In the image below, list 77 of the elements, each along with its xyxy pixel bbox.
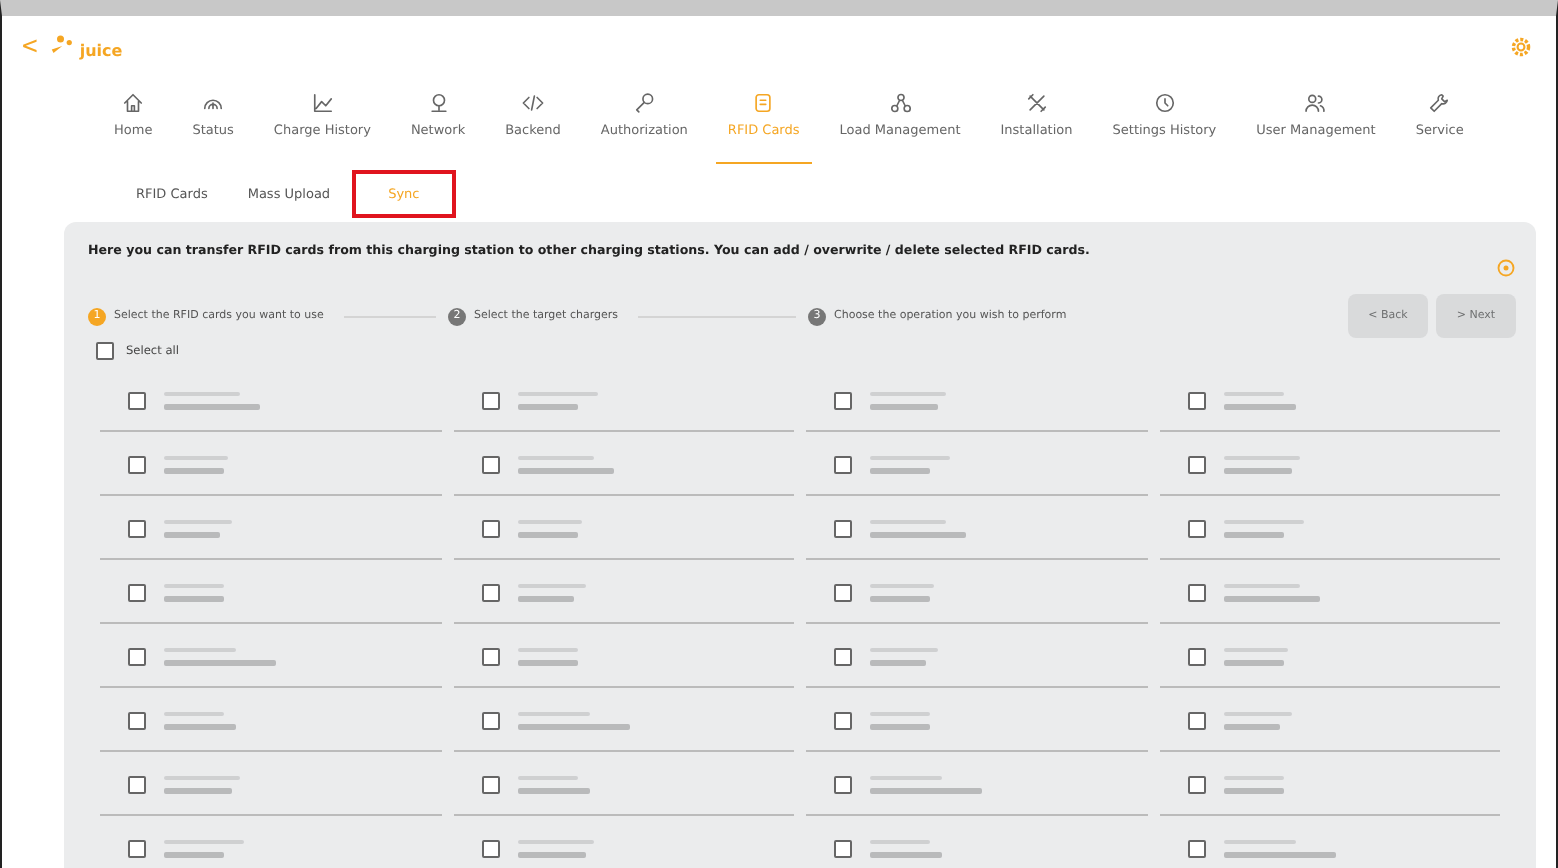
- checkbox[interactable]: [128, 583, 146, 601]
- network-icon: [889, 92, 911, 114]
- checkbox[interactable]: [481, 519, 499, 537]
- checkbox[interactable]: [1187, 647, 1205, 665]
- checkbox[interactable]: [128, 711, 146, 729]
- checkbox[interactable]: [834, 583, 852, 601]
- blurred-text: [870, 851, 942, 857]
- checkbox[interactable]: [834, 519, 852, 537]
- checkbox[interactable]: [1187, 775, 1205, 793]
- blurred-text: [1223, 659, 1283, 665]
- blurred-text: [1223, 723, 1279, 729]
- checkbox[interactable]: [834, 391, 852, 409]
- checkbox[interactable]: [128, 455, 146, 473]
- blurred-text: [870, 403, 938, 409]
- checkbox[interactable]: [481, 839, 499, 857]
- checkbox[interactable]: [1187, 519, 1205, 537]
- blurred-text: [517, 787, 589, 793]
- checkbox[interactable]: [481, 583, 499, 601]
- checkbox[interactable]: [481, 711, 499, 729]
- blurred-text: [1223, 403, 1295, 409]
- blurred-text: [870, 787, 982, 793]
- checkbox[interactable]: [834, 775, 852, 793]
- blurred-text: [870, 659, 926, 665]
- home-icon: [122, 92, 145, 114]
- checkbox[interactable]: [128, 519, 146, 537]
- blurred-text: [164, 851, 224, 857]
- checkbox[interactable]: [128, 839, 146, 857]
- blurred-text: [870, 595, 930, 601]
- checkbox[interactable]: [834, 839, 852, 857]
- chart-icon: [311, 92, 334, 114]
- checkbox[interactable]: [1187, 583, 1205, 601]
- blurred-text: [517, 595, 573, 601]
- blurred-text: [1223, 851, 1335, 857]
- blurred-text: [164, 787, 232, 793]
- blurred-text: [870, 531, 966, 537]
- checkbox[interactable]: [1187, 391, 1205, 409]
- blurred-text: [870, 723, 930, 729]
- globe-pin-icon: [427, 92, 449, 114]
- blurred-text: [1223, 467, 1291, 473]
- blurred-text: [164, 531, 220, 537]
- checkbox[interactable]: [834, 647, 852, 665]
- blurred-text: [517, 403, 577, 409]
- checkbox[interactable]: [481, 647, 499, 665]
- checkbox[interactable]: [128, 775, 146, 793]
- wrench-icon: [1428, 92, 1451, 114]
- checkbox[interactable]: [481, 391, 499, 409]
- checkbox[interactable]: [481, 775, 499, 793]
- card-icon: [752, 92, 775, 114]
- code-icon: [521, 92, 544, 114]
- blurred-text: [1223, 595, 1319, 601]
- blurred-text: [1223, 531, 1283, 537]
- blurred-text: [164, 403, 260, 409]
- blurred-text: [164, 659, 276, 665]
- checkbox[interactable]: [834, 455, 852, 473]
- users-icon: [1304, 92, 1327, 114]
- blurred-text: [164, 723, 236, 729]
- history-icon: [1153, 92, 1176, 114]
- blurred-text: [870, 467, 930, 473]
- blurred-text: [517, 659, 577, 665]
- blurred-text: [517, 467, 613, 473]
- checkbox[interactable]: [128, 391, 146, 409]
- blurred-text: [517, 723, 629, 729]
- blurred-text: [517, 531, 577, 537]
- checkbox[interactable]: [1187, 711, 1205, 729]
- blurred-text: [164, 467, 224, 473]
- blurred-text: [1223, 787, 1283, 793]
- checkbox[interactable]: [96, 342, 114, 360]
- blurred-text: [164, 595, 224, 601]
- checkbox[interactable]: [1187, 839, 1205, 857]
- logo-text: juice: [79, 42, 123, 60]
- checkbox[interactable]: [128, 647, 146, 665]
- key-icon: [633, 92, 656, 114]
- checkbox[interactable]: [481, 455, 499, 473]
- blurred-text: [517, 851, 585, 857]
- checkbox[interactable]: [834, 711, 852, 729]
- info-icon: [1496, 258, 1516, 278]
- checkbox[interactable]: [1187, 455, 1205, 473]
